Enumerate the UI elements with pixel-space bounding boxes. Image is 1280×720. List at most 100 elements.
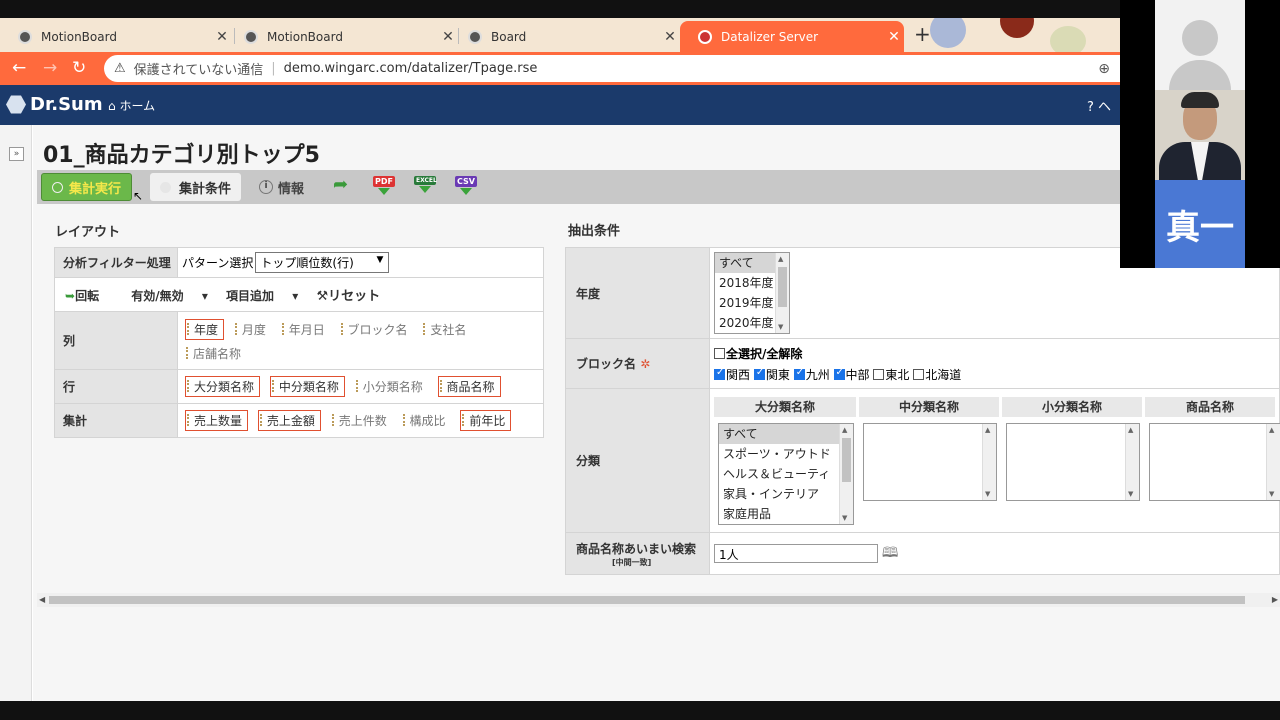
mid-category-listbox[interactable]: ▲ ▼ xyxy=(863,422,997,501)
checkbox[interactable] xyxy=(873,368,885,380)
scrollbar[interactable]: ▲ ▼ xyxy=(982,423,996,500)
category-columns: 大分類名称 すべて スポーツ・アウトド ヘルス＆ビューティ 家具・インテリア 家… xyxy=(714,396,1280,525)
browser-tab[interactable]: MotionBoard ✕ xyxy=(0,21,232,52)
block-option-label: 九州 xyxy=(805,367,830,382)
checkbox[interactable] xyxy=(714,367,725,380)
list-option[interactable]: 家具・インテリア xyxy=(719,484,853,504)
checkbox[interactable] xyxy=(753,367,765,380)
rows-label: 行 xyxy=(54,369,178,404)
scroll-up-icon[interactable]: ▲ xyxy=(1269,426,1274,434)
new-tab-icon[interactable]: + xyxy=(914,22,931,46)
expand-sidebar-icon[interactable]: » xyxy=(9,147,24,161)
scroll-right-icon[interactable]: ▶ xyxy=(1272,595,1278,604)
scroll-up-icon[interactable]: ▲ xyxy=(842,426,847,434)
scroll-up-icon[interactable]: ▲ xyxy=(985,426,990,434)
reload-icon[interactable]: ↻ xyxy=(72,58,86,78)
zoom-icon[interactable]: ⊕ xyxy=(1098,61,1110,77)
rotate-button[interactable]: ➥回転 xyxy=(65,289,113,303)
category-value: 大分類名称 すべて スポーツ・アウトド ヘルス＆ビューティ 家具・インテリア 家… xyxy=(709,388,1280,533)
scroll-thumb[interactable] xyxy=(49,596,1245,604)
chip-yoy[interactable]: 前年比 xyxy=(460,410,512,431)
browser-tab-strip: MotionBoard ✕ MotionBoard ✕ Board ✕ Data… xyxy=(0,18,1120,52)
scroll-down-icon[interactable]: ▼ xyxy=(778,323,783,331)
toggle-button[interactable]: 有効/無効 ▾ xyxy=(131,289,208,303)
csv-export-icon[interactable]: CSV xyxy=(455,176,477,198)
filters-table: 年度 すべて 2018年度 2019年度 2020年度 ▲ ▼ ブロック名 ✲ … xyxy=(565,247,1280,575)
webcam-overlay: 真一 xyxy=(1120,0,1280,268)
scroll-left-icon[interactable]: ◀ xyxy=(39,595,45,604)
scrollbar[interactable]: ▲ ▼ xyxy=(775,253,789,333)
url-field[interactable]: ⚠ 保護されていない通信 | demo.wingarc.com/datalize… xyxy=(104,55,1120,82)
rotate-icon: ➥ xyxy=(65,289,76,303)
scroll-up-icon[interactable]: ▲ xyxy=(778,255,783,263)
year-listbox[interactable]: すべて 2018年度 2019年度 2020年度 ▲ ▼ xyxy=(714,252,790,334)
browser-tab[interactable]: MotionBoard ✕ xyxy=(226,21,458,52)
horizontal-scrollbar[interactable]: ◀ ▶ xyxy=(37,593,1280,607)
chip-sales-count[interactable]: 売上件数 xyxy=(331,411,392,430)
reset-button[interactable]: ⚒リセット xyxy=(316,289,394,304)
list-option[interactable]: ヘルス＆ビューティ xyxy=(719,464,853,484)
checkbox[interactable] xyxy=(793,367,805,380)
scroll-down-icon[interactable]: ▼ xyxy=(1269,490,1274,498)
scroll-up-icon[interactable]: ▲ xyxy=(1128,426,1133,434)
list-option[interactable]: すべて xyxy=(719,423,853,444)
forward-icon[interactable]: → xyxy=(43,58,57,78)
layout-section-title: レイアウト xyxy=(55,225,121,240)
major-category-column: 大分類名称 すべて スポーツ・アウトド ヘルス＆ビューティ 家具・インテリア 家… xyxy=(714,396,856,525)
chip-block[interactable]: ブロック名 xyxy=(340,320,413,339)
browser-tab[interactable]: Board ✕ xyxy=(450,21,680,52)
security-status[interactable]: 保護されていない通信 xyxy=(134,59,264,78)
list-option[interactable]: 家庭用品 xyxy=(719,504,853,524)
pdf-export-icon[interactable]: PDF xyxy=(373,176,395,198)
warning-icon[interactable]: ⚠ xyxy=(114,61,126,76)
scroll-down-icon[interactable]: ▼ xyxy=(1128,490,1133,498)
minor-category-listbox[interactable]: ▲ ▼ xyxy=(1006,422,1140,501)
chip-ratio[interactable]: 構成比 xyxy=(402,411,451,430)
scroll-thumb[interactable] xyxy=(842,437,851,482)
chip-sales-amount[interactable]: 売上金額 xyxy=(257,410,321,431)
add-item-label: 項目追加 xyxy=(226,289,275,303)
chip-date[interactable]: 年月日 xyxy=(281,320,330,339)
chip-product-name[interactable]: 商品名称 xyxy=(437,376,501,397)
close-icon[interactable]: ✕ xyxy=(660,29,680,45)
url-text[interactable]: demo.wingarc.com/datalizer/Tpage.rse xyxy=(284,61,538,76)
browser-tab-active[interactable]: Datalizer Server ✕ xyxy=(680,21,904,52)
content-area: » 01_商品カテゴリ別トップ5 集計実行 集計条件 i 情報 ➦ PDF EX… xyxy=(0,125,1280,701)
close-icon[interactable]: ✕ xyxy=(884,29,904,45)
product-name-listbox[interactable]: ▲ ▼ xyxy=(1149,422,1280,501)
chip-minor-category[interactable]: 小分類名称 xyxy=(355,377,428,396)
book-icon[interactable]: 🕮 xyxy=(882,545,899,561)
run-button[interactable]: 集計実行 xyxy=(41,173,133,201)
select-all-row[interactable]: 全選択/全解除 xyxy=(714,345,1275,362)
excel-label: EXCEL xyxy=(414,176,437,185)
scrollbar[interactable]: ▲ ▼ xyxy=(1125,423,1139,500)
scroll-thumb[interactable] xyxy=(778,267,787,307)
app-logo[interactable]: Dr.Sum xyxy=(6,94,103,115)
list-option[interactable]: スポーツ・アウトド xyxy=(719,444,853,464)
chip-store[interactable]: 店舗名称 xyxy=(185,344,246,363)
chip-sales-qty[interactable]: 売上数量 xyxy=(185,410,249,431)
product-search-input[interactable]: 1人 xyxy=(714,544,878,563)
checkbox[interactable] xyxy=(833,367,845,380)
conditions-button[interactable]: 集計条件 xyxy=(150,173,242,201)
back-icon[interactable]: ← xyxy=(12,58,26,78)
pattern-select[interactable]: トップ順位数(行) xyxy=(255,252,390,273)
chip-branch[interactable]: 支社名 xyxy=(422,320,471,339)
major-category-listbox[interactable]: すべて スポーツ・アウトド ヘルス＆ビューティ 家具・インテリア 家庭用品 ▲ … xyxy=(718,422,854,525)
home-link[interactable]: ⌂ ホーム xyxy=(108,97,155,114)
help-link[interactable]: ? ヘ xyxy=(1087,96,1111,115)
excel-export-icon[interactable]: EXCEL xyxy=(414,176,437,198)
select-all-checkbox[interactable] xyxy=(714,347,725,359)
add-item-button[interactable]: 項目追加 ▾ xyxy=(226,289,298,303)
chip-year[interactable]: 年度 xyxy=(185,318,225,340)
info-button[interactable]: i 情報 xyxy=(249,173,314,201)
scroll-down-icon[interactable]: ▼ xyxy=(985,490,990,498)
scrollbar[interactable]: ▲ ▼ xyxy=(1266,423,1280,500)
checkbox[interactable] xyxy=(913,368,925,380)
scrollbar[interactable]: ▲ ▼ xyxy=(839,423,853,524)
scroll-down-icon[interactable]: ▼ xyxy=(842,514,847,522)
export-icon[interactable]: ➦ xyxy=(333,174,355,196)
chip-major-category[interactable]: 大分類名称 xyxy=(185,376,261,397)
chip-month[interactable]: 月度 xyxy=(234,320,271,339)
chip-mid-category[interactable]: 中分類名称 xyxy=(269,376,345,397)
